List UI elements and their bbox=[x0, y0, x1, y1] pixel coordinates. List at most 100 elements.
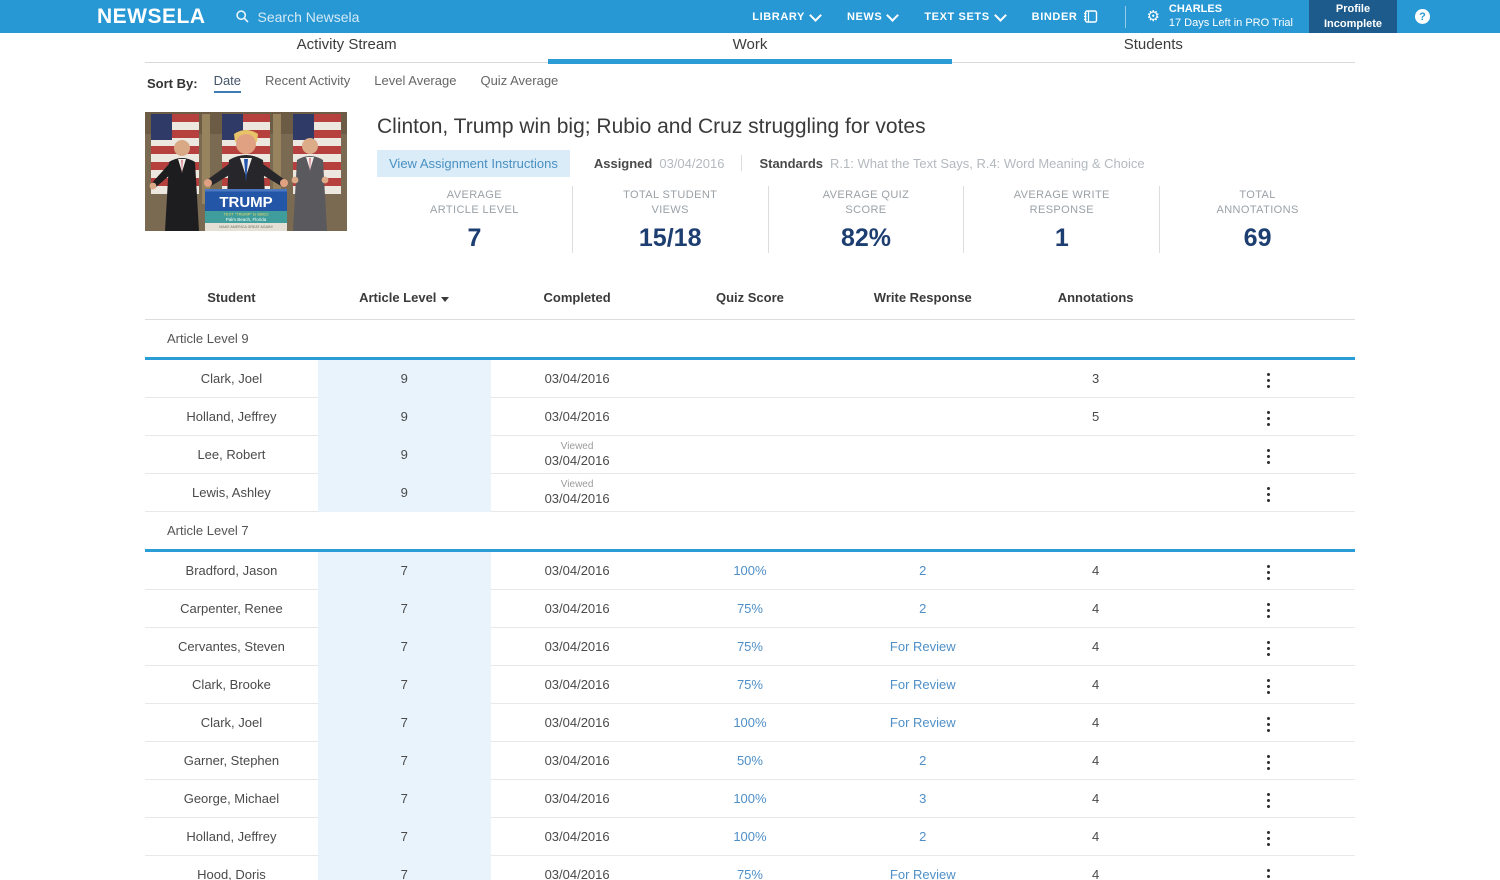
chevron-down-icon bbox=[886, 8, 900, 22]
stat-total-annotations: TOTAL ANNOTATIONS 69 bbox=[1159, 186, 1355, 253]
article-level-value: 7 bbox=[400, 829, 408, 845]
row-menu-button[interactable] bbox=[1261, 407, 1277, 431]
search-input[interactable] bbox=[255, 7, 450, 26]
header-completed[interactable]: Completed bbox=[491, 290, 664, 305]
row-menu-button[interactable] bbox=[1261, 369, 1277, 393]
user-account[interactable]: CHARLES 17 Days Left in PRO Trial bbox=[1169, 3, 1293, 31]
view-assignment-instructions-button[interactable]: View Assignment Instructions bbox=[377, 149, 570, 177]
header-write-response[interactable]: Write Response bbox=[836, 290, 1009, 305]
row-menu-button[interactable] bbox=[1261, 751, 1277, 775]
stat-total-student-views: TOTAL STUDENT VIEWS 15/18 bbox=[571, 186, 768, 253]
write-response-link[interactable]: 2 bbox=[919, 601, 926, 616]
header-annotations[interactable]: Annotations bbox=[1009, 290, 1182, 305]
row-menu-button[interactable] bbox=[1261, 445, 1277, 469]
row-actions-cell bbox=[1182, 402, 1355, 430]
write-response-link[interactable]: For Review bbox=[890, 867, 956, 880]
sort-option-recent-activity[interactable]: Recent Activity bbox=[265, 73, 350, 93]
nav-item-library[interactable]: LIBRARY bbox=[752, 8, 822, 23]
completed-date: 03/04/2016 bbox=[544, 752, 610, 768]
quiz-score-link[interactable]: 75% bbox=[737, 867, 763, 880]
write-response-link[interactable]: 2 bbox=[919, 829, 926, 844]
nav-item-text-sets[interactable]: TEXT SETS bbox=[924, 8, 1007, 23]
profile-incomplete-label: Profile Incomplete bbox=[1323, 2, 1383, 30]
help-icon[interactable]: ? bbox=[1415, 9, 1430, 24]
student-name-cell: Carpenter, Renee bbox=[180, 600, 283, 616]
write-response-link[interactable]: 2 bbox=[919, 563, 926, 578]
navbar-search[interactable] bbox=[235, 7, 450, 26]
completed-cell: 03/04/2016 bbox=[491, 867, 664, 880]
sort-option-date[interactable]: Date bbox=[213, 73, 242, 93]
header-quiz-score[interactable]: Quiz Score bbox=[664, 290, 837, 305]
assigned-label: Assigned bbox=[593, 155, 653, 171]
stat-value: 69 bbox=[1243, 223, 1272, 252]
quiz-score-link[interactable]: 75% bbox=[737, 677, 763, 692]
top-navbar: NEWSELA LIBRARY NEWS TEXT SETS BINDE bbox=[0, 0, 1500, 33]
quiz-score-link[interactable]: 100% bbox=[733, 791, 766, 806]
annotations-cell: 4 bbox=[1092, 562, 1100, 578]
article-level-value: 7 bbox=[400, 753, 408, 769]
row-actions-cell bbox=[1182, 708, 1355, 736]
write-response-cell: 3 bbox=[836, 791, 1009, 806]
quiz-score-link[interactable]: 50% bbox=[737, 753, 763, 768]
quiz-score-link[interactable]: 100% bbox=[733, 829, 766, 844]
nav-item-news[interactable]: NEWS bbox=[847, 8, 900, 23]
write-response-link[interactable]: For Review bbox=[890, 639, 956, 654]
write-response-cell: For Review bbox=[836, 715, 1009, 730]
profile-incomplete-button[interactable]: Profile Incomplete bbox=[1309, 0, 1397, 33]
write-response-link[interactable]: For Review bbox=[890, 715, 956, 730]
quiz-score-link[interactable]: 100% bbox=[733, 715, 766, 730]
sort-option-quiz-average[interactable]: Quiz Average bbox=[480, 73, 558, 93]
completed-cell: 03/04/2016 bbox=[491, 829, 664, 844]
student-name-cell: Lee, Robert bbox=[197, 446, 266, 462]
quiz-score-link[interactable]: 75% bbox=[737, 639, 763, 654]
write-response-cell: For Review bbox=[836, 677, 1009, 692]
row-menu-button[interactable] bbox=[1261, 713, 1277, 737]
header-article-level[interactable]: Article Level bbox=[318, 290, 491, 305]
row-actions-cell bbox=[1182, 594, 1355, 622]
student-name-cell: Holland, Jeffrey bbox=[186, 408, 277, 424]
newsela-logo[interactable]: NEWSELA bbox=[97, 6, 206, 27]
write-response-link[interactable]: For Review bbox=[890, 677, 956, 692]
write-response-link[interactable]: 2 bbox=[919, 753, 926, 768]
completed-date: 03/04/2016 bbox=[544, 638, 610, 654]
table-row: Lee, Robert 9 Viewed 03/04/2016 bbox=[145, 435, 1355, 474]
row-menu-button[interactable] bbox=[1261, 637, 1277, 661]
annotations-cell: 4 bbox=[1092, 600, 1100, 616]
article-header: TRUMP TEXT "TRUMP" to 88022 Palm Beach, … bbox=[145, 112, 1355, 253]
write-response-link[interactable]: 3 bbox=[919, 791, 926, 806]
tab-students[interactable]: Students bbox=[952, 33, 1355, 62]
write-response-cell: For Review bbox=[836, 867, 1009, 880]
completed-date: 03/04/2016 bbox=[544, 828, 610, 844]
nav-item-binder[interactable]: BINDER bbox=[1032, 10, 1099, 23]
chevron-down-icon bbox=[993, 8, 1007, 22]
student-name-cell: George, Michael bbox=[183, 790, 280, 806]
student-name-cell: Cervantes, Steven bbox=[177, 638, 285, 654]
article-level-cell: 7 bbox=[317, 817, 491, 856]
table-row: Holland, Jeffrey 7 03/04/2016 100% 2 4 bbox=[145, 817, 1355, 856]
student-name-cell: Holland, Jeffrey bbox=[186, 828, 277, 844]
stat-value: 7 bbox=[467, 223, 482, 252]
article-level-cell: 7 bbox=[317, 627, 491, 666]
binder-icon bbox=[1084, 10, 1098, 23]
gear-icon[interactable]: ⚙ bbox=[1146, 9, 1159, 24]
quiz-score-cell: 100% bbox=[664, 791, 837, 806]
row-menu-button[interactable] bbox=[1261, 827, 1277, 851]
header-student[interactable]: Student bbox=[145, 290, 318, 305]
row-menu-button[interactable] bbox=[1261, 675, 1277, 699]
podium-sign-line4: MAKE AMERICA GREAT AGAIN! bbox=[219, 225, 272, 229]
row-menu-button[interactable] bbox=[1261, 483, 1277, 507]
quiz-score-link[interactable]: 75% bbox=[737, 601, 763, 616]
annotations-cell: 3 bbox=[1092, 370, 1100, 386]
sort-option-level-average[interactable]: Level Average bbox=[374, 73, 456, 93]
table-row: Carpenter, Renee 7 03/04/2016 75% 2 4 bbox=[145, 589, 1355, 628]
row-menu-button[interactable] bbox=[1261, 789, 1277, 813]
tab-work[interactable]: Work bbox=[548, 33, 951, 62]
annotations-cell: 4 bbox=[1092, 790, 1100, 806]
row-menu-button[interactable] bbox=[1261, 865, 1277, 880]
article-level-section-header: Article Level 9 bbox=[167, 330, 249, 346]
tab-activity-stream[interactable]: Activity Stream bbox=[145, 33, 548, 62]
row-menu-button[interactable] bbox=[1261, 599, 1277, 623]
article-thumbnail[interactable]: TRUMP TEXT "TRUMP" to 88022 Palm Beach, … bbox=[145, 112, 347, 231]
quiz-score-link[interactable]: 100% bbox=[733, 563, 766, 578]
row-menu-button[interactable] bbox=[1261, 561, 1277, 585]
